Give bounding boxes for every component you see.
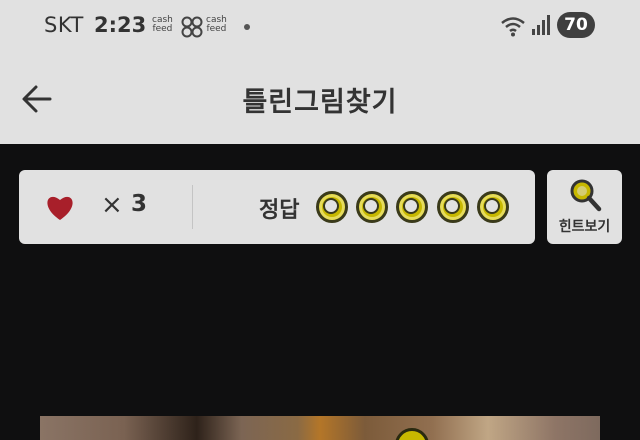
answer-slot	[396, 191, 428, 223]
answer-slot	[356, 191, 388, 223]
app-header: 틀린그림찾기	[0, 52, 640, 144]
hint-button[interactable]: 힌트보기	[547, 170, 622, 244]
page-title: 틀린그림찾기	[242, 87, 398, 118]
cashfeed-logo: cash feed	[206, 15, 227, 34]
divider	[192, 185, 193, 229]
hint-label: 힌트보기	[558, 219, 611, 235]
lives-count: 3	[131, 191, 148, 217]
puzzle-image[interactable]	[40, 416, 600, 440]
carrier-name: SKT	[44, 13, 84, 37]
cashfeed-logo: cash feed	[152, 15, 173, 34]
heart-icon	[47, 196, 73, 220]
signal-icon	[532, 15, 550, 35]
lives-multiplier: ×	[101, 190, 123, 220]
status-bar: SKT 2:23 cash feed cash feed 70	[0, 0, 640, 52]
answer-marker	[395, 428, 429, 440]
answer-label: 정답	[259, 198, 300, 223]
battery-icon: 70	[557, 12, 595, 38]
wifi-icon	[501, 17, 525, 37]
clover-icon	[181, 16, 203, 38]
clock: 2:23	[94, 13, 147, 37]
answer-slot	[477, 191, 509, 223]
answer-slot	[316, 191, 348, 223]
magnifier-icon	[570, 179, 602, 212]
game-status-card: × 3 정답	[19, 170, 535, 244]
notification-dot-icon	[244, 24, 250, 30]
answer-slot	[437, 191, 469, 223]
